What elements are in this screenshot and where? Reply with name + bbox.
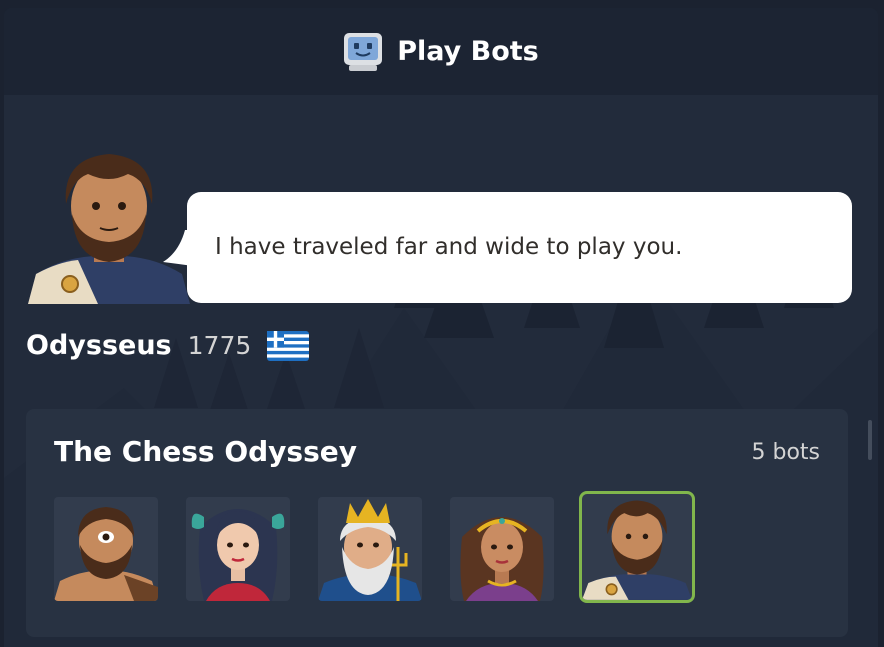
bot-name: Odysseus	[26, 330, 172, 361]
header-bar: Play Bots	[4, 8, 878, 95]
collection-title: The Chess Odyssey	[54, 435, 357, 468]
scrollbar-thumb[interactable]	[868, 420, 872, 460]
odysseus-avatar-icon	[582, 500, 692, 600]
bot-thumb-poseidon[interactable]	[318, 497, 422, 601]
bot-thumb-sea-nymph[interactable]	[186, 497, 290, 601]
bot-quote: I have traveled far and wide to play you…	[215, 234, 683, 260]
bot-rating: 1775	[187, 331, 252, 360]
speech-bubble: I have traveled far and wide to play you…	[187, 192, 852, 303]
cyclops-avatar-icon	[54, 507, 158, 601]
bot-thumb-queen[interactable]	[450, 497, 554, 601]
bot-collection-card: The Chess Odyssey 5 bots	[26, 409, 848, 637]
robot-monitor-icon	[344, 32, 383, 71]
queen-avatar-icon	[460, 517, 544, 601]
bot-thumb-odysseus[interactable]	[579, 491, 695, 603]
odysseus-avatar-icon	[28, 154, 190, 304]
bot-info-row: Odysseus 1775	[26, 330, 310, 361]
page-title: Play Bots	[397, 36, 539, 67]
poseidon-avatar-icon	[318, 499, 422, 601]
sea-nymph-avatar-icon	[191, 509, 285, 601]
play-bots-panel: Play Bots I have traveled far and wide t…	[4, 8, 878, 647]
bot-thumb-cyclops[interactable]	[54, 497, 158, 601]
collection-count: 5 bots	[751, 440, 820, 465]
greece-flag-icon	[267, 330, 310, 361]
